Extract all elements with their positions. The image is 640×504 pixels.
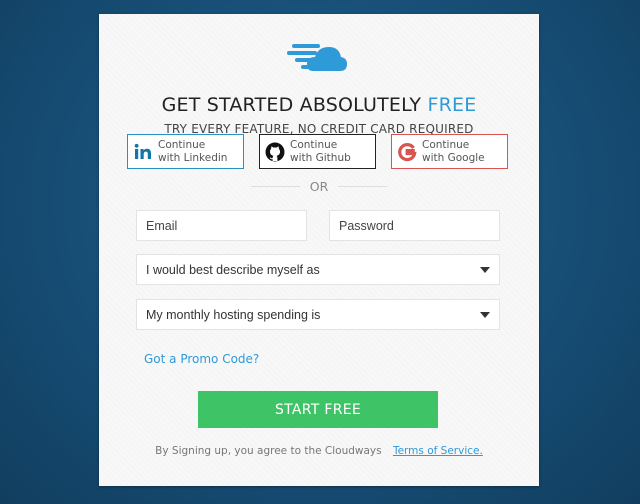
chevron-down-icon — [480, 266, 490, 273]
continue-linkedin-button[interactable]: Continue with Linkedin — [127, 134, 244, 169]
or-divider: OR — [251, 178, 387, 194]
continue-github-button[interactable]: Continue with Github — [259, 134, 376, 169]
promo-code-link[interactable]: Got a Promo Code? — [144, 352, 259, 366]
linkedin-label: Continue with Linkedin — [158, 138, 228, 164]
email-input[interactable] — [136, 210, 307, 241]
password-input[interactable] — [329, 210, 500, 241]
terms-text: By Signing up, you agree to the Cloudway… — [155, 445, 382, 457]
google-icon — [392, 142, 422, 162]
divider-line-left — [251, 185, 300, 187]
terms-of-service-link[interactable]: Terms of Service. — [393, 445, 483, 457]
or-text: OR — [309, 178, 329, 194]
continue-google-button[interactable]: Continue with Google — [391, 134, 508, 169]
start-free-button[interactable]: START FREE — [198, 391, 438, 428]
page-title: GET STARTED ABSOLUTELY FREE — [99, 94, 539, 116]
headline-accent: FREE — [427, 94, 477, 116]
describe-select-value: I would best describe myself as — [146, 262, 320, 277]
terms-notice: By Signing up, you agree to the Cloudway… — [99, 445, 539, 457]
spending-select-value: My monthly hosting spending is — [146, 307, 321, 322]
github-label: Continue with Github — [290, 138, 351, 164]
google-label: Continue with Google — [422, 138, 485, 164]
linkedin-icon — [128, 143, 158, 161]
describe-yourself-select[interactable]: I would best describe myself as — [136, 254, 500, 285]
cloud-logo-icon — [287, 38, 349, 74]
headline-text: GET STARTED ABSOLUTELY — [161, 94, 422, 116]
github-icon — [260, 142, 290, 162]
hosting-spending-select[interactable]: My monthly hosting spending is — [136, 299, 500, 330]
signup-card: GET STARTED ABSOLUTELY FREE TRY EVERY FE… — [99, 14, 539, 486]
chevron-down-icon — [480, 311, 490, 318]
divider-line-right — [338, 185, 387, 187]
